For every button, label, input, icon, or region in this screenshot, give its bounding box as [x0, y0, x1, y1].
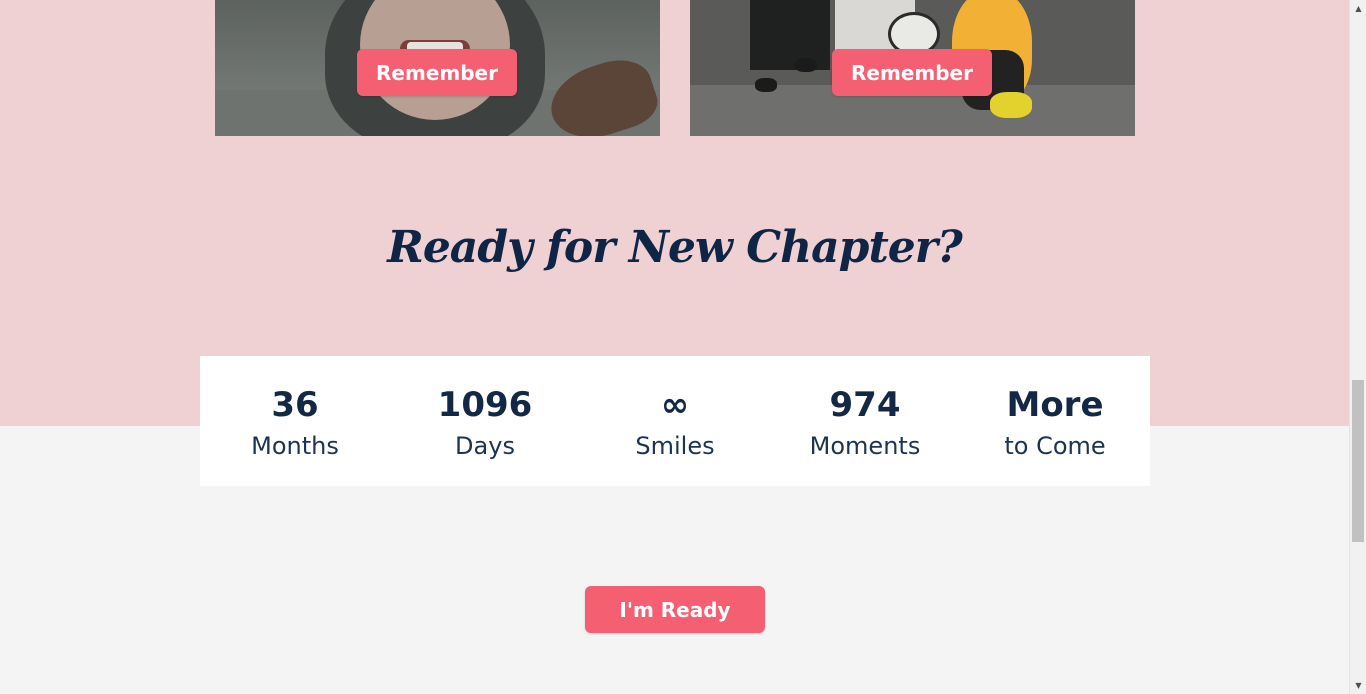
chevron-down-icon[interactable]: ▼ [1350, 677, 1366, 694]
photo-owl-feet [990, 92, 1032, 118]
photo-skirt [750, 0, 830, 70]
memory-photo-card-1: Remember [215, 0, 660, 136]
stat-label: Smiles [635, 432, 715, 460]
stat-label: Months [251, 432, 339, 460]
photo-shoe [795, 58, 817, 72]
photo-shoe [755, 78, 777, 92]
chevron-up-icon[interactable]: ▲ [1350, 0, 1366, 17]
stat-smiles: ∞ Smiles [580, 356, 770, 486]
stat-value: More [1006, 385, 1104, 425]
stat-value: 974 [829, 385, 901, 425]
memory-photo-card-2: Remember [690, 0, 1135, 136]
stat-label: Days [455, 432, 515, 460]
section-headline: Ready for New Chapter? [387, 222, 962, 273]
stat-days: 1096 Days [390, 356, 580, 486]
stat-more: More to Come [960, 356, 1150, 486]
vertical-scrollbar[interactable]: ▲ ▼ [1349, 0, 1366, 694]
remember-button-2[interactable]: Remember [832, 49, 992, 96]
scrollbar-thumb[interactable] [1352, 380, 1364, 542]
stat-label: Moments [809, 432, 921, 460]
im-ready-button[interactable]: I'm Ready [585, 586, 765, 633]
stat-value: 36 [271, 385, 319, 425]
stat-value: ∞ [660, 385, 690, 425]
stat-value: 1096 [437, 385, 533, 425]
stat-months: 36 Months [200, 356, 390, 486]
stats-panel: 36 Months 1096 Days ∞ Smiles 974 Moments… [200, 356, 1150, 486]
stat-label: to Come [1004, 432, 1106, 460]
stat-moments: 974 Moments [770, 356, 960, 486]
remember-button-1[interactable]: Remember [357, 49, 517, 96]
